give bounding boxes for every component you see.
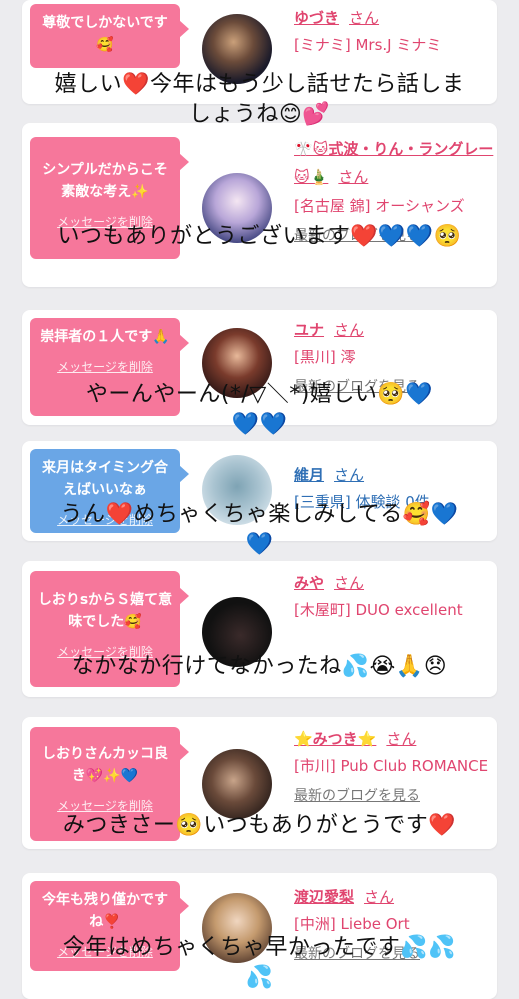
shop-name[interactable]: [木屋町] DUO excellent — [294, 597, 494, 623]
honorific: さん — [364, 888, 395, 906]
cast-name[interactable]: みや さん — [294, 571, 494, 595]
shop-name[interactable]: [名古屋 錦] オーシャンズ — [294, 193, 494, 219]
honorific: さん — [334, 466, 365, 484]
latest-blog-link[interactable]: 最新のブログを見る — [294, 785, 494, 805]
reply-overlay-text: いつもありがとうございます❤️💙💙🥺 — [57, 224, 462, 249]
message-text: しおりさんカッコ良き💖✨💙 — [42, 746, 168, 784]
message-text: 尊敬でしかないです🥰 — [42, 15, 168, 53]
delete-message-link[interactable]: メッセージを削除 — [36, 356, 174, 378]
message-text: 崇拝者の１人です🙏 — [40, 329, 170, 345]
reply-overlay-text: 嬉しい❤️今年はもう少し話せたら話しま しょうね😊💕 — [54, 72, 465, 127]
avatar[interactable] — [202, 749, 272, 819]
message-text: シンプルだからこそ素敵な考え✨ — [42, 162, 168, 200]
cast-name[interactable]: 維月 さん — [294, 463, 494, 487]
cast-name[interactable]: 渡辺愛梨 さん — [294, 885, 494, 909]
honorific: さん — [334, 321, 365, 339]
message-text: 今年も残り僅かですね❣️ — [42, 892, 168, 930]
reply-overlay-text: なかなか行けてなかったね💦😭🙏😞 — [71, 654, 448, 679]
cast-name[interactable]: ⭐みつき⭐ さん — [294, 727, 494, 751]
honorific: さん — [349, 9, 380, 27]
message-text: 来月はタイミング合えばいいなぁ — [42, 460, 168, 498]
honorific: さん — [386, 730, 417, 748]
cast-name[interactable]: ゆづき さん — [294, 6, 494, 30]
reply-overlay-text: やーんやーん(*/▽＼*)嬉しい🥺💙 💙💙 — [85, 382, 434, 437]
shop-name[interactable]: [市川] Pub Club ROMANCE — [294, 753, 494, 779]
message-text: しおりsからＳ嬉て意味でした🥰 — [37, 592, 173, 630]
message-bubble: 尊敬でしかないです🥰 — [30, 4, 189, 68]
cast-name[interactable]: ユナ さん — [294, 318, 494, 342]
message-card: シンプルだからこそ素敵な考え✨ メッセージを削除 🎌🐱式波・りん・ラングレー🐱🎍… — [22, 123, 497, 287]
reply-overlay-text: みつきさー🥺いつもありがとうです❤️ — [62, 813, 457, 838]
honorific: さん — [338, 168, 369, 186]
shop-name[interactable]: [ミナミ] Mrs.J ミナミ — [294, 32, 494, 58]
reply-overlay-text: うん❤️めちゃくちゃ楽しみしてる🥰💙 💙 — [60, 502, 459, 557]
shop-name[interactable]: [黒川] 澪 — [294, 344, 494, 370]
cast-name[interactable]: 🎌🐱式波・りん・ラングレー🐱🎍 さん — [294, 135, 494, 191]
honorific: さん — [334, 574, 365, 592]
reply-overlay-text: 今年はめちゃくちゃ早かったです💦💦 💦 — [62, 935, 457, 990]
